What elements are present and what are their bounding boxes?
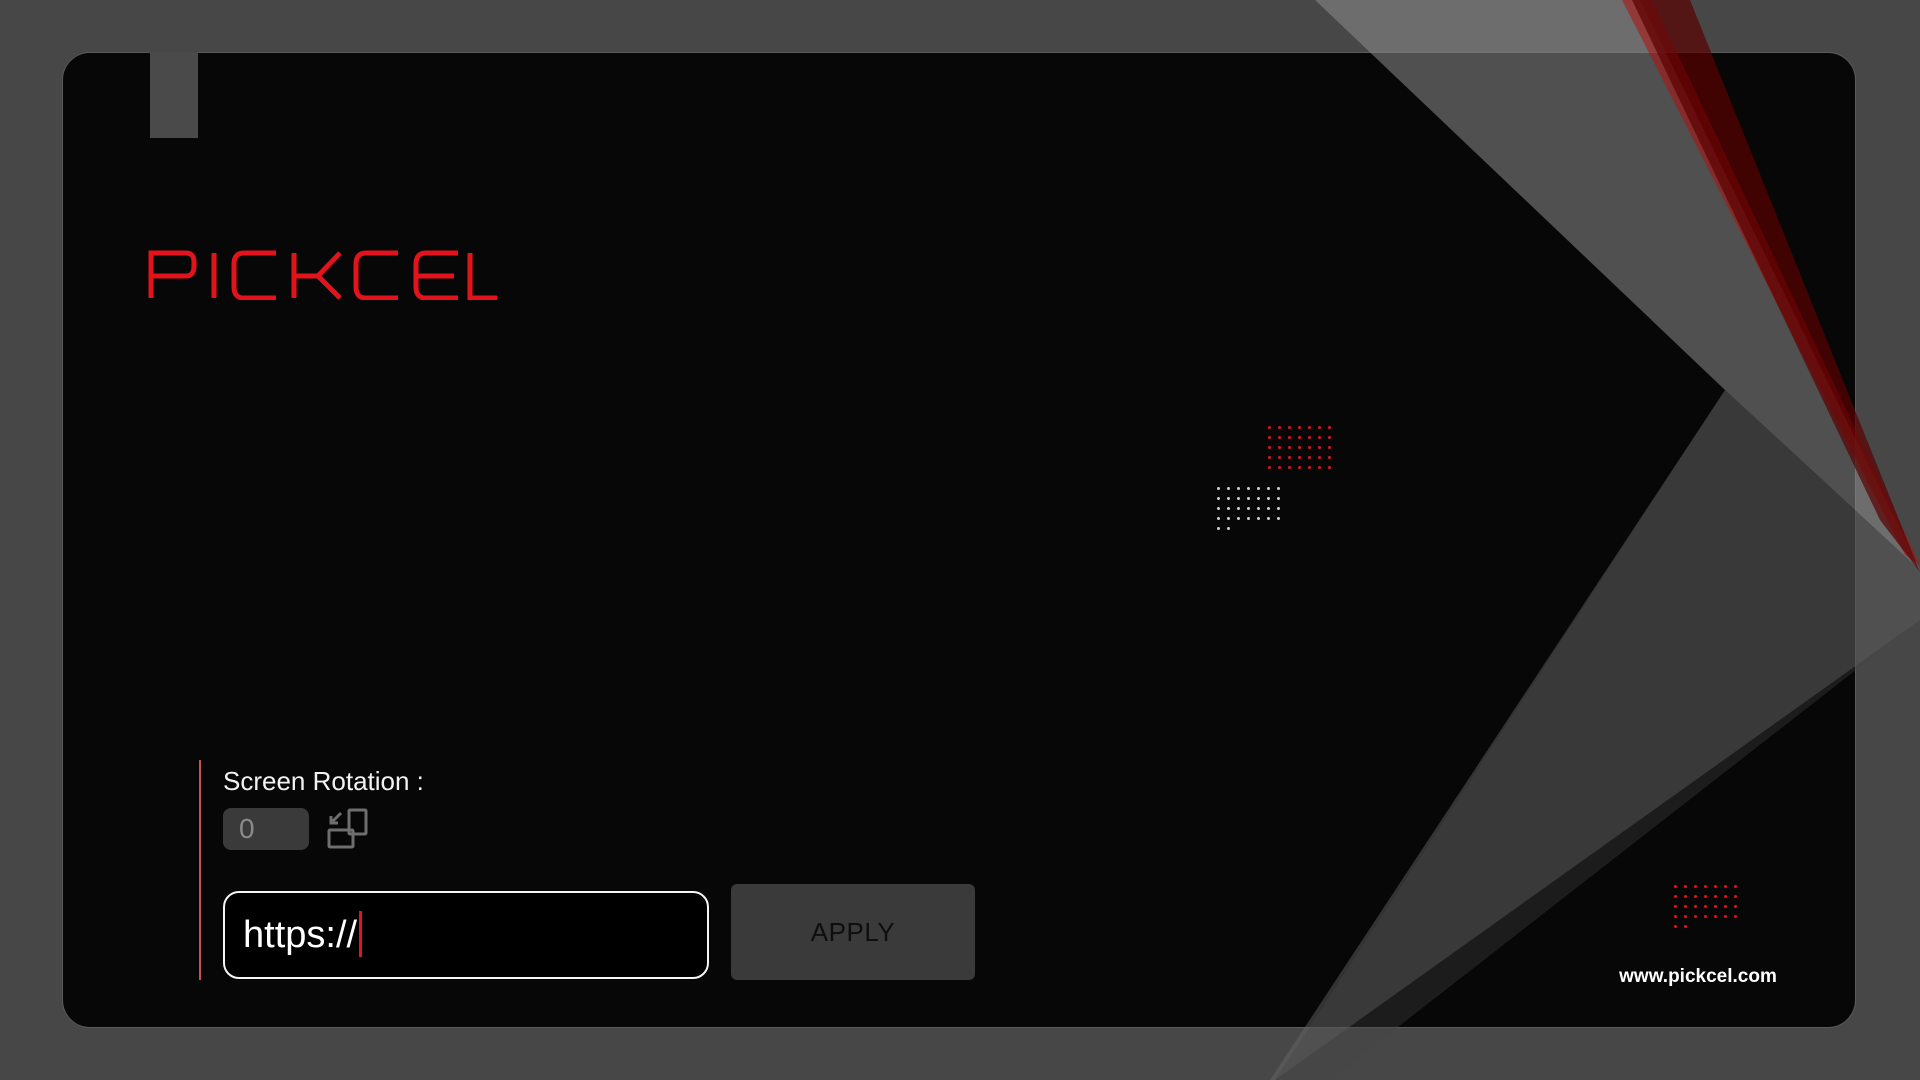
dot-pattern-red-top (1268, 426, 1338, 476)
website-link[interactable]: www.pickcel.com (1598, 966, 1798, 988)
rotate-screen-icon[interactable] (327, 808, 371, 852)
tab-marker (150, 52, 198, 138)
dot-pattern-red-bottom (1674, 885, 1744, 935)
screen-rotation-label: Screen Rotation : (223, 766, 424, 796)
settings-panel: Screen Rotation : 0 https:// APPLY (199, 760, 999, 980)
dot-pattern-white (1217, 487, 1287, 537)
apply-button[interactable]: APPLY (731, 884, 975, 980)
text-caret (359, 910, 363, 957)
rotation-value-field[interactable]: 0 (223, 808, 309, 850)
url-input[interactable]: https:// (223, 891, 709, 979)
pickcel-logo (148, 250, 497, 300)
app-screen: Screen Rotation : 0 https:// APPLY www.p… (0, 0, 1920, 1080)
url-input-value: https:// (243, 914, 358, 956)
